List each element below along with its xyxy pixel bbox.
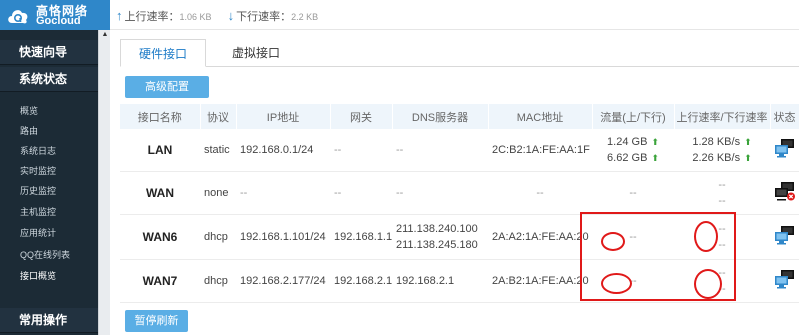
- rate-down-value: 2.26 KB/s: [692, 151, 741, 164]
- annotation-circle: [694, 221, 718, 252]
- row-status: [770, 171, 799, 215]
- rate-up-value: 1.28 KB/s: [692, 135, 741, 148]
- up-arrow-icon: ⬆: [744, 152, 752, 163]
- sidebar-scrollbar[interactable]: ▲: [98, 30, 110, 335]
- header-dns: DNS服务器: [392, 104, 489, 129]
- row-gateway: 192.168.1.1: [330, 214, 392, 260]
- row-dns: --: [392, 129, 488, 172]
- row-status: [770, 259, 799, 303]
- row-dns: --: [392, 171, 488, 215]
- row-ip: 192.168.1.101/24: [236, 214, 330, 260]
- advanced-config-button[interactable]: 高级配置: [125, 76, 209, 98]
- annotation-circle: [601, 232, 625, 251]
- rate-summary: ↑ 上行速率：1.06 KB ↓ 下行速率：2.2 KB: [116, 8, 318, 24]
- row-mac: 2C:B2:1A:FE:AA:1F: [488, 129, 592, 172]
- row-mac: --: [488, 171, 592, 215]
- row-rate: 1.28 KB/s ⬆ 2.26 KB/s ⬆: [674, 129, 770, 172]
- row-interface-name: WAN7: [120, 259, 200, 303]
- scroll-up-icon[interactable]: ▲: [100, 30, 110, 40]
- top-header: 高恪网络 Gocloud ↑ 上行速率：1.06 KB ↓ 下行速率：2.2 KB: [0, 0, 799, 30]
- pause-refresh-button[interactable]: 暂停刷新: [125, 310, 188, 332]
- rate-down-value: --: [718, 194, 726, 207]
- cloud-logo-icon: [8, 10, 28, 24]
- download-rate-label: 下行速率：: [236, 11, 292, 23]
- upload-arrow-icon: ↑: [116, 8, 123, 23]
- row-ip: 192.168.2.177/24: [236, 259, 330, 303]
- tab-virtual-interface[interactable]: 虚拟接口: [206, 39, 306, 67]
- sidebar-item-quick-guide[interactable]: 快速向导: [0, 40, 98, 65]
- tab-hardware-interface[interactable]: 硬件接口: [120, 39, 206, 67]
- row-interface-name: WAN: [120, 171, 200, 215]
- upload-rate-label: 上行速率：: [124, 11, 180, 23]
- row-gateway: --: [330, 129, 392, 172]
- download-arrow-icon: ↓: [227, 8, 235, 23]
- annotation-circle: [601, 273, 632, 294]
- table-row: WAN none -- -- -- -- -- -- --: [120, 171, 799, 215]
- row-protocol: dhcp: [200, 214, 236, 260]
- tab-bar: 硬件接口 虚拟接口: [120, 39, 799, 67]
- row-traffic: 1.24 GB ⬆ 6.62 GB ⬆: [592, 129, 674, 172]
- row-gateway: 192.168.2.1: [330, 259, 392, 303]
- sidebar-item-realtime-monitor[interactable]: 实时监控: [0, 161, 98, 181]
- row-dns: 192.168.2.1: [392, 259, 488, 303]
- row-ip: 192.168.0.1/24: [236, 129, 330, 172]
- rate-up-value: --: [718, 178, 726, 191]
- sidebar-item-system-status[interactable]: 系统状态: [0, 67, 98, 92]
- traffic-up-value: 1.24 GB: [607, 135, 648, 148]
- sidebar-item-history-monitor[interactable]: 历史监控: [0, 181, 98, 201]
- up-arrow-icon: ⬆: [651, 152, 659, 163]
- sidebar-item-interface-overview[interactable]: 接口概览: [0, 266, 98, 286]
- logo[interactable]: 高恪网络 Gocloud: [0, 0, 110, 30]
- sidebar-item-app-stats[interactable]: 应用统计: [0, 223, 98, 243]
- logo-name-en: Gocloud: [36, 15, 81, 27]
- row-rate: -- --: [674, 171, 770, 215]
- row-protocol: none: [200, 171, 236, 215]
- header-mac: MAC地址: [488, 104, 593, 129]
- sidebar-item-route[interactable]: 路由: [0, 121, 98, 141]
- network-disconnected-icon[interactable]: [774, 181, 796, 201]
- header-rate: 上行速率/下行速率: [674, 104, 771, 129]
- up-arrow-icon: ⬆: [744, 136, 752, 147]
- table-row: LAN static 192.168.0.1/24 -- -- 2C:B2:1A…: [120, 129, 799, 172]
- row-traffic: --: [592, 171, 674, 215]
- annotation-circle: [694, 269, 722, 299]
- row-mac: 2A:A2:1A:FE:AA:20: [488, 214, 592, 260]
- header-traffic: 流量(上/下行): [592, 104, 675, 129]
- row-status: [770, 129, 799, 172]
- download-rate-value: 2.2 KB: [291, 12, 319, 22]
- row-protocol: dhcp: [200, 259, 236, 303]
- header-gateway: 网关: [330, 104, 393, 129]
- row-interface-name: LAN: [120, 129, 200, 172]
- sidebar-item-common-ops[interactable]: 常用操作: [0, 308, 98, 333]
- header-status: 状态: [770, 104, 799, 129]
- sidebar-item-host-monitor[interactable]: 主机监控: [0, 202, 98, 222]
- sidebar-item-qq-online[interactable]: QQ在线列表: [0, 245, 98, 265]
- network-connected-icon[interactable]: [774, 269, 796, 289]
- table-header-row: 接口名称 协议 IP地址 网关 DNS服务器 MAC地址 流量(上/下行) 上行…: [120, 104, 799, 129]
- row-dns: 211.138.240.100 211.138.245.180: [392, 214, 488, 260]
- row-gateway: --: [330, 171, 392, 215]
- header-ip: IP地址: [236, 104, 331, 129]
- header-protocol: 协议: [200, 104, 237, 129]
- header-interface-name: 接口名称: [120, 104, 201, 129]
- dns-primary: 211.138.240.100: [396, 222, 478, 235]
- network-connected-icon[interactable]: [774, 138, 796, 158]
- sidebar-item-overview[interactable]: 概览: [0, 101, 98, 121]
- upload-rate-value: 1.06 KB: [179, 12, 212, 22]
- row-ip: --: [236, 171, 330, 215]
- row-interface-name: WAN6: [120, 214, 200, 260]
- dns-secondary: 211.138.245.180: [396, 238, 478, 251]
- sidebar: 快速向导 系统状态 概览 路由 系统日志 实时监控 历史监控 主机监控 应用统计…: [0, 30, 110, 335]
- up-arrow-icon: ⬆: [651, 136, 659, 147]
- traffic-down-value: 6.62 GB: [607, 151, 648, 164]
- row-mac: 2A:B2:1A:FE:AA:20: [488, 259, 592, 303]
- sidebar-item-system-log[interactable]: 系统日志: [0, 141, 98, 161]
- row-status: [770, 214, 799, 260]
- row-protocol: static: [200, 129, 236, 172]
- network-connected-icon[interactable]: [774, 225, 796, 245]
